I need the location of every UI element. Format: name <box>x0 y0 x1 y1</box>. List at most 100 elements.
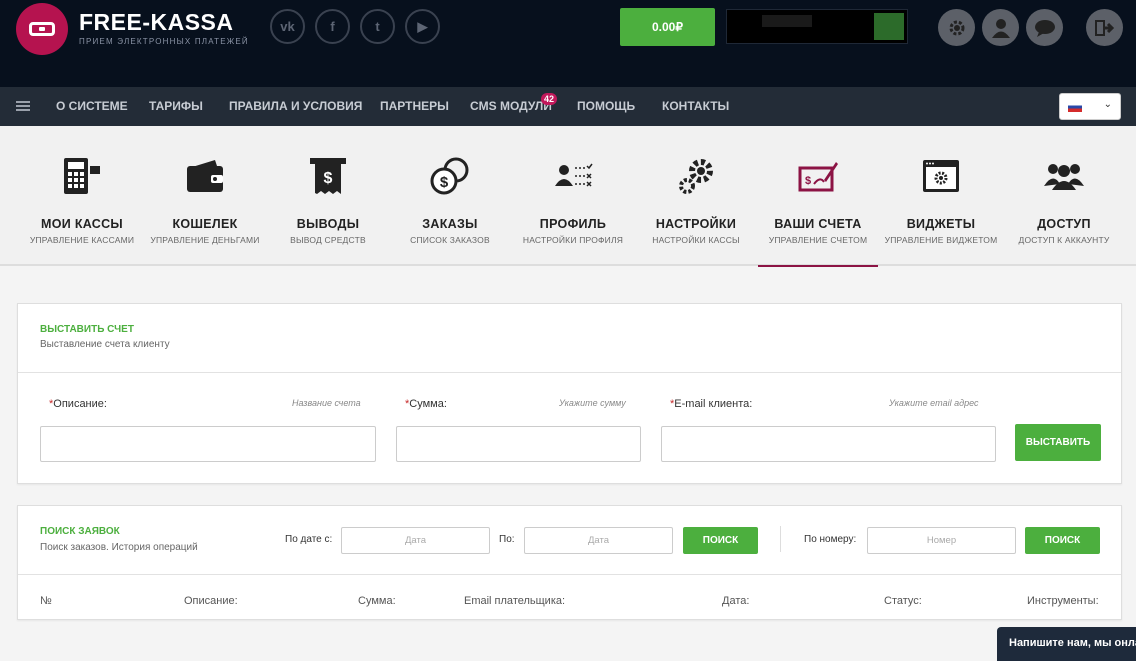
brand-tagline: ПРИЕМ ЭЛЕКТРОННЫХ ПЛАТЕЖЕЙ <box>79 37 249 46</box>
description-input[interactable] <box>40 426 376 462</box>
invoice-subtitle: Выставление счета клиенту <box>40 339 170 350</box>
tile-subtitle: НАСТРОЙКИ ПРОФИЛЯ <box>522 235 624 245</box>
tile-settings[interactable]: НАСТРОЙКИ НАСТРОЙКИ КАССЫ <box>636 126 756 266</box>
column-status: Статус: <box>884 595 922 607</box>
facebook-icon[interactable]: f <box>315 9 350 44</box>
svg-text:$: $ <box>440 174 449 191</box>
coins-icon: $ <box>430 157 469 195</box>
search-by-number-button[interactable]: ПОИСК <box>1025 527 1100 554</box>
description-hint: Название счета <box>292 398 361 408</box>
column-number: № <box>40 595 52 607</box>
account-selector[interactable] <box>726 9 908 44</box>
tile-widgets[interactable]: ВИДЖЕТЫ УПРАВЛЕНИЕ ВИДЖЕТОМ <box>881 126 1001 266</box>
chat-bubble-icon[interactable] <box>1026 9 1063 46</box>
number-label: По номеру: <box>804 534 857 545</box>
tile-title: МОИ КАССЫ <box>41 217 123 231</box>
wallet-icon <box>187 160 223 192</box>
svg-text:$: $ <box>324 170 333 187</box>
users-icon <box>1044 164 1084 190</box>
nav-about[interactable]: О СИСТЕМЕ <box>56 99 128 113</box>
tile-my-cashboxes[interactable]: МОИ КАССЫ УПРАВЛЕНИЕ КАССАМИ <box>22 126 142 266</box>
invoice-title: ВЫСТАВИТЬ СЧЕТ <box>40 324 134 335</box>
column-payer-email: Email плательщика: <box>464 595 566 607</box>
tile-subtitle: НАСТРОЙКИ КАССЫ <box>652 235 740 245</box>
sum-input[interactable] <box>396 426 641 462</box>
vk-icon[interactable]: vk <box>270 9 305 44</box>
email-hint: Укажите email адрес <box>889 398 979 408</box>
tile-wallet[interactable]: КОШЕЛЕК УПРАВЛЕНИЕ ДЕНЬГАМИ <box>145 126 265 266</box>
tile-subtitle: СПИСОК ЗАКАЗОВ <box>410 235 490 245</box>
divider <box>18 372 1121 373</box>
date-from-label: По дате с: <box>285 534 333 545</box>
chevron-down-icon: ⌄ <box>1103 99 1112 110</box>
tile-subtitle: УПРАВЛЕНИЕ ДЕНЬГАМИ <box>150 235 260 245</box>
date-to-label: По: <box>499 534 515 545</box>
tile-title: КОШЕЛЕК <box>172 217 238 231</box>
search-subtitle: Поиск заказов. История операций <box>40 542 198 553</box>
tile-title: ВИДЖЕТЫ <box>906 217 976 231</box>
brand-name: FREE-KASSA <box>79 9 234 35</box>
logout-icon[interactable] <box>1086 9 1123 46</box>
column-date: Дата: <box>722 595 750 607</box>
russian-flag-icon <box>1068 102 1082 112</box>
column-sum: Сумма: <box>358 595 396 607</box>
description-label: *Описание: <box>49 398 107 410</box>
tile-subtitle: ДОСТУП К АККАУНТУ <box>1018 235 1110 245</box>
email-input[interactable] <box>661 426 996 462</box>
tile-title: ДОСТУП <box>1037 217 1091 231</box>
column-description: Описание: <box>184 595 238 607</box>
hamburger-menu-icon[interactable] <box>16 101 30 111</box>
svg-text:$: $ <box>805 175 811 187</box>
tile-title: НАСТРОЙКИ <box>655 217 737 231</box>
tile-your-invoices[interactable]: $ ВАШИ СЧЕТА УПРАВЛЕНИЕ СЧЕТОМ <box>758 126 878 267</box>
sum-hint: Укажите сумму <box>559 398 626 408</box>
nav-cms-modules[interactable]: CMS МОДУЛИ <box>470 99 552 113</box>
search-title: ПОИСК ЗАЯВОК <box>40 526 120 537</box>
issue-invoice-button[interactable]: ВЫСТАВИТЬ <box>1015 424 1101 461</box>
tile-title: ПРОФИЛЬ <box>539 217 607 231</box>
language-select[interactable]: ⌄ <box>1059 93 1121 120</box>
user-icon[interactable] <box>982 9 1019 46</box>
nav-tariffs[interactable]: ТАРИФЫ <box>149 99 203 113</box>
nav-rules[interactable]: ПРАВИЛА И УСЛОВИЯ <box>229 99 362 113</box>
date-to-input[interactable] <box>524 527 673 554</box>
search-by-date-button[interactable]: ПОИСК <box>683 527 758 554</box>
gears-icon <box>679 159 713 194</box>
email-label: *E-mail клиента: <box>670 398 753 410</box>
calculator-icon <box>64 158 100 194</box>
logo-icon[interactable] <box>16 3 68 55</box>
divider <box>780 526 781 552</box>
tile-orders[interactable]: $ ЗАКАЗЫ СПИСОК ЗАКАЗОВ <box>390 126 510 266</box>
tile-subtitle: УПРАВЛЕНИЕ СЧЕТОМ <box>768 235 868 245</box>
tile-profile[interactable]: ПРОФИЛЬ НАСТРОЙКИ ПРОФИЛЯ <box>513 126 633 266</box>
sum-label: *Сумма: <box>405 398 447 410</box>
tile-title: ЗАКАЗЫ <box>422 217 478 231</box>
invoice-card: ВЫСТАВИТЬ СЧЕТ Выставление счета клиенту… <box>17 303 1122 484</box>
profile-checklist-icon <box>555 163 593 187</box>
invoice-icon: $ <box>798 162 838 192</box>
receipt-icon: $ <box>310 158 346 194</box>
tile-subtitle: УПРАВЛЕНИЕ ВИДЖЕТОМ <box>884 235 998 245</box>
nav-partners[interactable]: ПАРТНЕРЫ <box>380 99 449 113</box>
settings-gear-icon[interactable] <box>938 9 975 46</box>
tile-access[interactable]: ДОСТУП ДОСТУП К АККАУНТУ <box>1004 126 1124 266</box>
number-input[interactable] <box>867 527 1016 554</box>
date-from-input[interactable] <box>341 527 490 554</box>
section-tiles: МОИ КАССЫ УПРАВЛЕНИЕ КАССАМИ КОШЕЛЕК УПР… <box>0 126 1136 267</box>
live-chat-widget[interactable]: Напишите нам, мы онлайн! <box>997 627 1136 661</box>
tile-title: ВЫВОДЫ <box>296 217 360 231</box>
top-bar: FREE-KASSA ПРИЕМ ЭЛЕКТРОННЫХ ПЛАТЕЖЕЙ vk… <box>0 0 1136 87</box>
youtube-icon[interactable]: ▶ <box>405 9 440 44</box>
twitter-icon[interactable]: t <box>360 9 395 44</box>
cms-count-badge: 42 <box>541 93 558 105</box>
divider <box>18 574 1121 575</box>
balance-button[interactable]: 0.00₽ <box>620 8 715 46</box>
nav-contacts[interactable]: КОНТАКТЫ <box>662 99 729 113</box>
tile-subtitle: УПРАВЛЕНИЕ КАССАМИ <box>29 235 135 245</box>
tile-subtitle: ВЫВОД СРЕДСТВ <box>290 235 366 245</box>
nav-help[interactable]: ПОМОЩЬ <box>577 99 635 113</box>
tile-title: ВАШИ СЧЕТА <box>774 217 862 231</box>
tile-withdrawals[interactable]: $ ВЫВОДЫ ВЫВОД СРЕДСТВ <box>268 126 388 266</box>
widget-window-icon <box>923 160 959 192</box>
main-nav: О СИСТЕМЕ ТАРИФЫ ПРАВИЛА И УСЛОВИЯ ПАРТН… <box>0 87 1136 126</box>
